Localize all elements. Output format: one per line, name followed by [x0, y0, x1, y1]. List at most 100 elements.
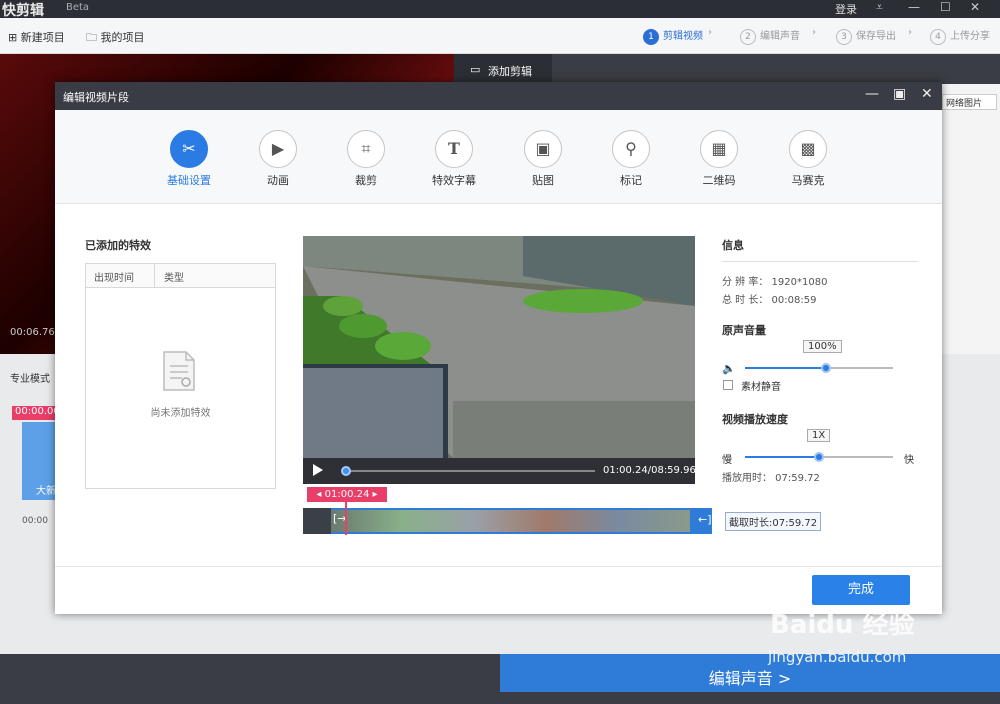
baidu-watermark: Baidu 经验 [770, 610, 915, 640]
maximize-icon[interactable]: ▣ [893, 86, 906, 102]
step-chevron-icon: › [708, 27, 712, 38]
clip-label: 大新 [36, 486, 56, 497]
mute-label: 素材静音 [741, 382, 781, 393]
play-time-text: 播放用时： 07:59.72 [722, 473, 820, 484]
timeline-clip[interactable]: 大新 [22, 422, 56, 500]
progress-track[interactable] [343, 470, 595, 472]
app-beta-tag: Beta [66, 2, 90, 13]
tab-text-effects[interactable]: T 特效字幕 [419, 130, 489, 188]
watermark-url: jingyan.baidu.com [768, 648, 907, 666]
step-number: 4 [930, 29, 946, 45]
speed-knob[interactable] [814, 452, 824, 462]
trim-end-handle-icon[interactable]: ←] [698, 513, 712, 526]
video-preview[interactable] [303, 236, 695, 458]
tab-marker[interactable]: ⚲ 标记 [596, 130, 666, 188]
net-image-button[interactable]: 网络图片 [942, 94, 997, 110]
video-icon: ▭ [470, 63, 481, 76]
speed-bubble: 1X [807, 429, 831, 442]
player-time: 01:00.24/08:59.96 [603, 465, 696, 476]
slow-label: 慢 [722, 455, 732, 466]
login-link[interactable]: 登录 [835, 1, 857, 17]
step-edit-video[interactable]: 1 剪辑视频 [643, 27, 703, 45]
info-title: 信息 [722, 239, 744, 252]
edit-audio-button[interactable]: 编辑声音 > [500, 654, 1000, 692]
add-clip-label: 添加剪辑 [488, 65, 532, 78]
minimize-icon[interactable]: — [865, 86, 879, 102]
tab-label: 马赛克 [791, 174, 825, 187]
volume-bubble: 100% [803, 340, 842, 353]
step-chevron-icon: › [908, 27, 912, 38]
minimize-icon[interactable]: — [908, 0, 920, 14]
effects-table: 出现时间 类型 尚未添加特效 [85, 263, 276, 489]
tab-basic-settings[interactable]: ✂ 基础设置 [154, 130, 224, 188]
step-chevron-icon: › [812, 27, 816, 38]
speaker-icon[interactable]: 🔈 [722, 362, 736, 375]
tab-mosaic[interactable]: ▩ 马赛克 [773, 130, 843, 188]
col-time-header: 出现时间 [94, 273, 134, 284]
edit-clip-dialog: 编辑视频片段 — ▣ ✕ ✂ 基础设置 ▶ 动画 ⌗ 裁剪 T 特效字幕 ▣ 贴图 ⚲ 标记… [55, 82, 942, 614]
maximize-icon[interactable]: ☐ [940, 0, 951, 14]
progress-knob[interactable] [341, 466, 351, 476]
my-projects-button[interactable]: 🗀 我的项目 [86, 29, 145, 48]
caret-left-icon: ◂ [316, 489, 325, 500]
no-effects-text: 尚未添加特效 [150, 408, 211, 419]
menu-dropdown-icon[interactable]: ⩡ [876, 0, 883, 15]
effects-title: 已添加的特效 [85, 239, 151, 252]
footer-divider [55, 566, 942, 567]
divider [722, 261, 918, 262]
trim-marker[interactable]: ◂ 01:00.24 ▸ [307, 487, 387, 502]
volume-knob[interactable] [821, 363, 832, 373]
pin-icon: ⚲ [612, 130, 650, 168]
close-icon[interactable]: ✕ [970, 0, 980, 14]
image-icon: ▣ [524, 130, 562, 168]
step-label: 编辑声音 [760, 31, 800, 42]
tab-label: 贴图 [532, 174, 554, 187]
new-project-button[interactable]: ⊞ 新建项目 [8, 29, 65, 45]
thumbnail-strip [331, 510, 690, 532]
mute-checkbox[interactable] [723, 380, 733, 390]
step-save-export[interactable]: 3 保存导出 [836, 27, 896, 45]
column-divider [154, 264, 155, 288]
add-clip-tab[interactable]: ▭ 添加剪辑 [454, 54, 552, 84]
timeline-clock: 00:00.00 [12, 406, 60, 420]
volume-title: 原声音量 [722, 324, 766, 337]
duration-text: 总 时 长： 00:08:59 [722, 295, 817, 306]
tab-label: 动画 [267, 174, 289, 187]
tab-label: 二维码 [702, 174, 736, 187]
new-project-label: 新建项目 [20, 31, 65, 44]
tab-qrcode[interactable]: ▦ 二维码 [684, 130, 754, 188]
step-number: 1 [643, 29, 659, 45]
tab-animation[interactable]: ▶ 动画 [243, 130, 313, 188]
timeline-zero: 00:00 [22, 516, 48, 526]
tab-label: 裁剪 [355, 174, 377, 187]
trim-strip[interactable]: [→ ←] [303, 508, 712, 534]
text-icon: T [435, 130, 473, 168]
dialog-header: 编辑视频片段 — ▣ ✕ [55, 82, 942, 110]
speed-title: 视频播放速度 [722, 413, 788, 426]
step-edit-audio[interactable]: 2 编辑声音 [740, 27, 800, 45]
animation-icon: ▶ [259, 130, 297, 168]
step-upload-share[interactable]: 4 上传分享 [930, 27, 990, 45]
tab-label: 基础设置 [167, 174, 211, 187]
step-number: 2 [740, 29, 756, 45]
step-label: 上传分享 [950, 31, 990, 42]
close-icon[interactable]: ✕ [921, 86, 933, 102]
pro-mode-label[interactable]: 专业模式 [10, 370, 50, 385]
main-toolbar: ⊞ 新建项目 🗀 我的项目 1 剪辑视频 › 2 编辑声音 › 3 保存导出 › 4上… [0, 18, 1000, 54]
col-type-header: 类型 [164, 273, 184, 284]
play-icon[interactable] [313, 464, 323, 476]
done-button[interactable]: 完成 [812, 575, 910, 605]
tab-sticker[interactable]: ▣ 贴图 [508, 130, 578, 188]
qrcode-icon: ▦ [700, 130, 738, 168]
dialog-title: 编辑视频片段 [63, 91, 129, 104]
marker-line [345, 502, 347, 535]
app-titlebar: 快剪辑 Beta 登录 ⩡ — ☐ ✕ [0, 0, 1000, 19]
marker-time: 01:00.24 [324, 489, 370, 500]
speed-fill [745, 456, 819, 458]
document-icon [163, 351, 195, 391]
trimmed-region [303, 508, 331, 534]
tab-crop[interactable]: ⌗ 裁剪 [331, 130, 401, 188]
tab-label: 标记 [620, 174, 642, 187]
scissors-icon: ✂ [170, 130, 208, 168]
step-label: 保存导出 [856, 31, 896, 42]
